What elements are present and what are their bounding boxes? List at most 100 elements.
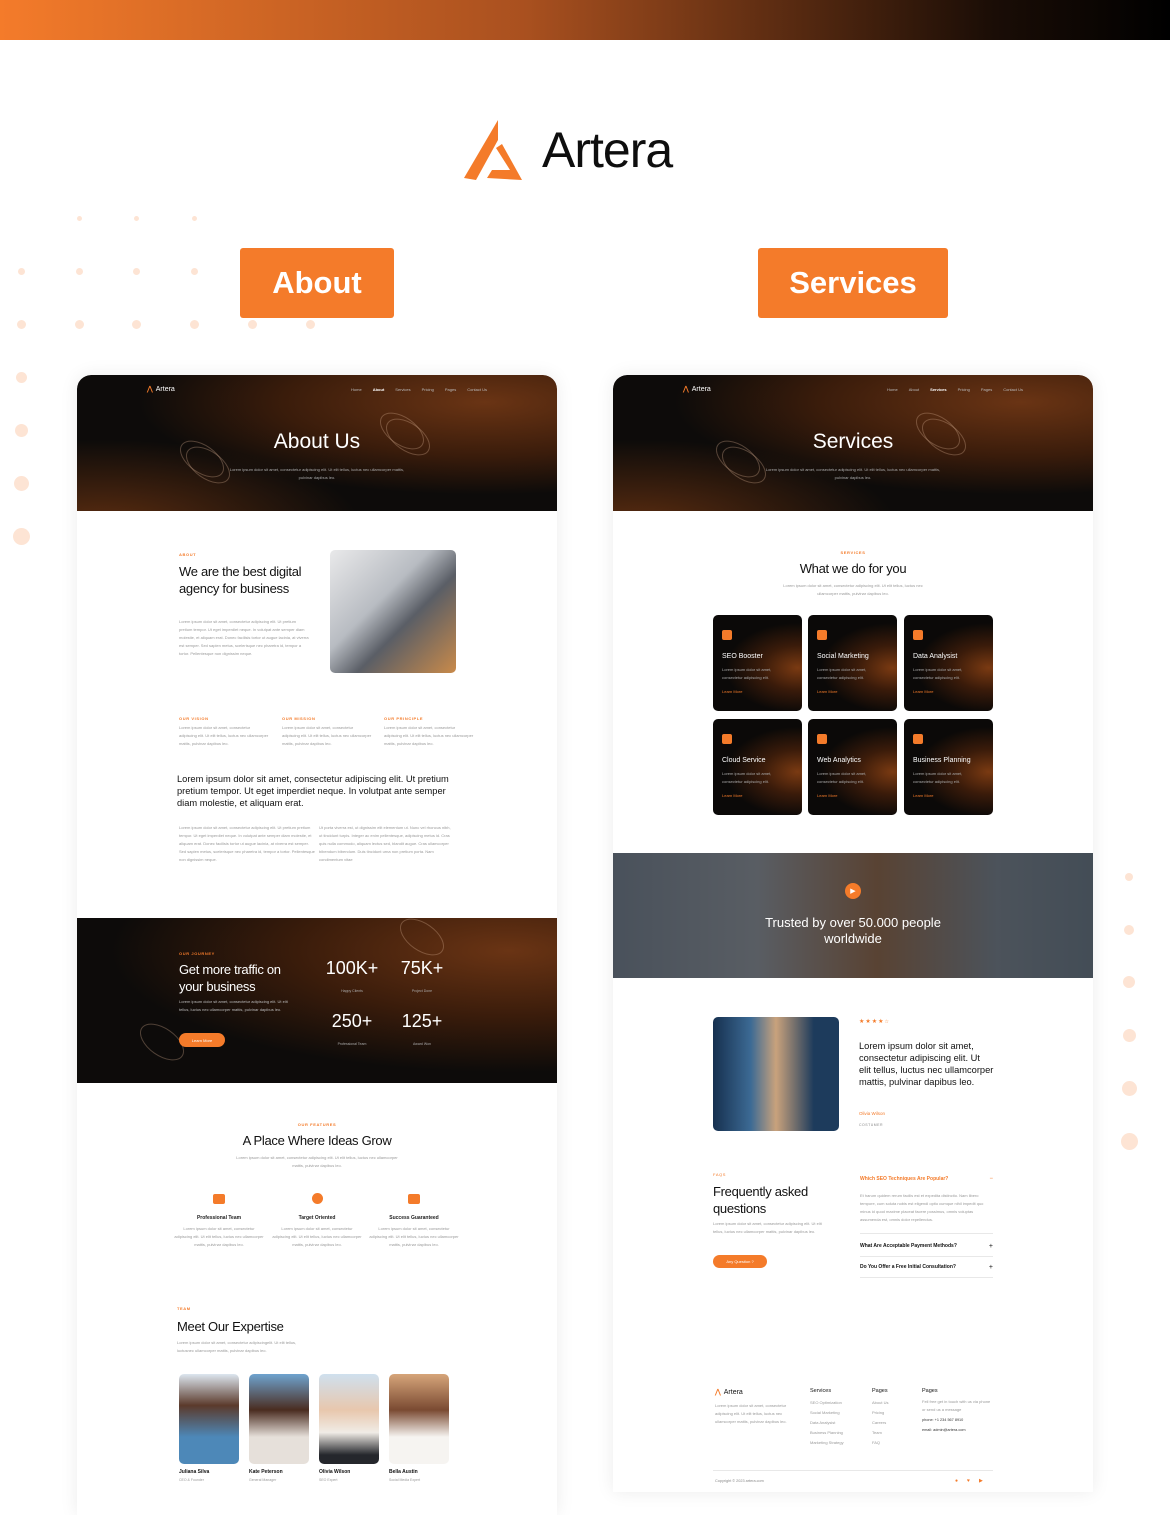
- nav-logo[interactable]: ⋀ Artera: [683, 385, 711, 394]
- footer-logo[interactable]: ⋀ Artera: [715, 1388, 743, 1397]
- feature-target-oriented: Target Oriented Lorem ipsum dolor sit ame…: [272, 1191, 362, 1249]
- team-member: Juliana Silva CEO & Founder: [179, 1374, 239, 1482]
- services-label: Services: [758, 248, 948, 318]
- faq-label: FAQS: [713, 1172, 727, 1177]
- hero-subtitle: Lorem ipsum dolor sit amet, consectetur …: [765, 467, 941, 480]
- faq-item-3[interactable]: Do You Offer a Free Initial Consultation…: [860, 1257, 993, 1277]
- faq-item-2[interactable]: What Are Acceptable Payment Methods? +: [860, 1234, 993, 1256]
- nav-pages[interactable]: Pages: [445, 387, 456, 392]
- learn-more-link[interactable]: Learn More: [913, 793, 984, 798]
- nav-about[interactable]: About: [909, 387, 919, 392]
- service-text: Lorem ipsum dolor sit amet, consectetur …: [722, 667, 772, 680]
- nav-services[interactable]: Services: [930, 387, 946, 392]
- service-card[interactable]: Social Marketing Lorem ipsum dolor sit am…: [808, 615, 897, 711]
- decorative-dot: [12, 527, 30, 545]
- nav-about[interactable]: About: [373, 387, 385, 392]
- nav-home[interactable]: Home: [351, 387, 362, 392]
- journey-body: Lorem ipsum dolor sit amet, consectetur …: [179, 999, 288, 1012]
- footer-link[interactable]: FAQ: [872, 1438, 888, 1448]
- learn-more-link[interactable]: Learn More: [817, 689, 888, 694]
- footer-link[interactable]: Business Planning: [810, 1428, 844, 1438]
- nav-home[interactable]: Home: [887, 387, 898, 392]
- social-links: ● ♥ ▶: [955, 1478, 983, 1484]
- faq-body: Lorem ipsum dolor sit amet, consectetur …: [713, 1221, 822, 1234]
- learn-more-link[interactable]: Learn More: [722, 689, 793, 694]
- nav-menu: Home About Services Pricing Pages Contac…: [887, 387, 1023, 392]
- decorative-dot: [1120, 1132, 1138, 1150]
- server-icon: [722, 734, 732, 744]
- play-icon: ▶: [850, 888, 856, 895]
- nav-pages[interactable]: Pages: [981, 387, 992, 392]
- team-body: Lorem ipsum dolor sit amet, consectetur …: [177, 1340, 297, 1353]
- play-video-button[interactable]: ▶: [845, 883, 861, 899]
- facebook-icon[interactable]: ●: [955, 1478, 958, 1484]
- services-page-mockup: ⋀ Artera Home About Services Pricing Page…: [613, 375, 1093, 1492]
- decorative-dot: [247, 319, 257, 329]
- decorative-dot: [15, 371, 27, 383]
- footer-contact-col: Pages Fell free get in touch with us via…: [922, 1388, 991, 1432]
- team-member: Olivia Wilson SEO Expert: [319, 1374, 379, 1482]
- nav-logo[interactable]: ⋀ Artera: [147, 385, 175, 394]
- stat-happy-clients: 100K+ Happy Clients: [325, 958, 379, 993]
- pillar-vision: OUR VISION Lorem ipsum dolor sit amet, co…: [179, 716, 269, 746]
- stat-professional-team: 250+ Professional Team: [331, 1011, 373, 1046]
- nav-contact[interactable]: Contact Us: [467, 387, 487, 392]
- footer-link[interactable]: Marketing Strategy: [810, 1438, 844, 1448]
- service-card[interactable]: Data Analysist Lorem ipsum dolor sit amet…: [904, 615, 993, 711]
- service-card[interactable]: SEO Booster Lorem ipsum dolor sit amet, c…: [713, 615, 802, 711]
- learn-more-link[interactable]: Learn More: [722, 793, 793, 798]
- service-card[interactable]: Cloud Service Lorem ipsum dolor sit amet,…: [713, 719, 802, 815]
- monitor-chart-icon: [817, 630, 827, 640]
- footer-services-col: Services SEO Optimization Social Marketin…: [810, 1388, 844, 1448]
- footer-link[interactable]: About Us: [872, 1398, 888, 1408]
- rating-stars: ★★★★☆: [859, 1019, 890, 1025]
- learn-more-button[interactable]: Learn More: [179, 1033, 225, 1047]
- decorative-dot: [13, 475, 29, 491]
- target-icon: [311, 1193, 323, 1204]
- footer-link[interactable]: Social Marketing: [810, 1408, 844, 1418]
- twitter-icon[interactable]: ♥: [967, 1478, 970, 1484]
- hero-title: Services: [812, 430, 894, 453]
- service-card[interactable]: Business Planning Lorem ipsum dolor sit a…: [904, 719, 993, 815]
- decorative-dot: [17, 267, 25, 275]
- nav-pricing[interactable]: Pricing: [958, 387, 970, 392]
- feature-professional-team: Professional Team Lorem ipsum dolor sit a…: [174, 1191, 264, 1249]
- decorative-dot: [1124, 925, 1134, 935]
- feature-success-guaranteed: Success Guaranteed Lorem ipsum dolor sit …: [369, 1191, 459, 1249]
- services-hero: ⋀ Artera Home About Services Pricing Page…: [613, 375, 1093, 511]
- footer-link[interactable]: Team: [872, 1428, 888, 1438]
- faq-item-1[interactable]: Which SEO Techniques Are Popular? −: [860, 1176, 993, 1182]
- journey-label: OUR JOURNEY: [179, 951, 215, 956]
- nav-services[interactable]: Services: [395, 387, 410, 392]
- team-meeting-photo: [330, 550, 456, 673]
- youtube-icon[interactable]: ▶: [979, 1478, 983, 1484]
- service-title: Cloud Service: [722, 757, 766, 764]
- nav-logo-text: Artera: [691, 385, 711, 393]
- footer-link[interactable]: SEO Optimization: [810, 1398, 844, 1408]
- body-column-1: Lorem ipsum dolor sit amet, consectetur …: [179, 825, 315, 862]
- logo-icon: ⋀: [683, 386, 689, 393]
- decorative-dot: [1121, 1080, 1137, 1096]
- nav-contact[interactable]: Contact Us: [1003, 387, 1023, 392]
- footer-link[interactable]: Data Analysist: [810, 1418, 844, 1428]
- service-title: Data Analysist: [913, 653, 958, 660]
- any-question-button[interactable]: Any Question ?: [713, 1255, 767, 1268]
- footer-pages-col: Pages About Us Pricing Careers Team FAQ: [872, 1388, 888, 1448]
- about-hero: ⋀ Artera Home About Services Pricing Page…: [77, 375, 557, 511]
- footer-link[interactable]: Pricing: [872, 1408, 888, 1418]
- team-label: TEAM: [177, 1306, 191, 1311]
- plus-icon: +: [988, 1264, 993, 1271]
- testimonial-photo: [713, 1017, 839, 1131]
- about-label: ABOUT: [179, 552, 197, 557]
- nav-pricing[interactable]: Pricing: [422, 387, 434, 392]
- journey-heading: Get more traffic on your business: [179, 962, 281, 994]
- footer-about: Lorem ipsum dolor sit amet, consectetur …: [715, 1403, 787, 1424]
- learn-more-link[interactable]: Learn More: [817, 793, 888, 798]
- service-card[interactable]: Web Analytics Lorem ipsum dolor sit amet,…: [808, 719, 897, 815]
- service-title: SEO Booster: [722, 653, 763, 660]
- learn-more-link[interactable]: Learn More: [913, 689, 984, 694]
- about-body: Lorem ipsum dolor sit amet, consectetur …: [179, 619, 309, 656]
- footer-link[interactable]: Careers: [872, 1418, 888, 1428]
- decorative-dot: [1125, 873, 1133, 881]
- faq-answer: Et harum quidem rerum facilis est et exp…: [860, 1193, 984, 1222]
